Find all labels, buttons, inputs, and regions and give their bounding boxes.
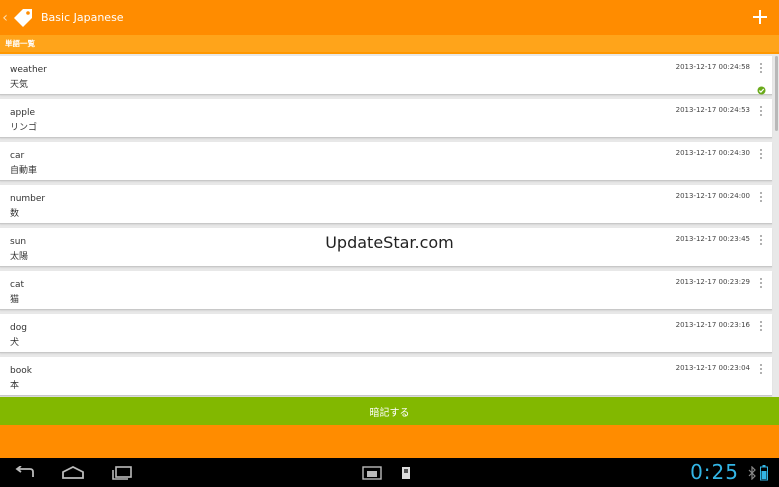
word-japanese: 本 — [10, 381, 20, 391]
list-scrollbar[interactable] — [775, 56, 778, 131]
word-timestamp: 2013-12-17 00:24:53 — [675, 106, 750, 114]
word-list[interactable]: weather 天気 2013-12-17 00:24:58 apple リンゴ… — [0, 56, 779, 397]
section-header-label: 単語一覧 — [5, 39, 35, 48]
plus-icon[interactable] — [749, 6, 771, 28]
list-item[interactable]: weather 天気 2013-12-17 00:24:58 — [0, 56, 772, 95]
watermark: UpdateStar.com — [325, 233, 454, 252]
home-icon[interactable] — [60, 464, 86, 482]
memorize-button-label: 暗記する — [369, 407, 410, 419]
tag-icon[interactable] — [11, 6, 35, 30]
word-english: car — [10, 151, 25, 161]
back-icon[interactable] — [12, 464, 38, 482]
list-item[interactable]: car 自動車 2013-12-17 00:24:30 — [0, 142, 772, 181]
word-english: number — [10, 194, 46, 204]
app-screen: ‹ Basic Japanese 単語一覧 weather 天気 2013-12… — [0, 0, 779, 487]
word-japanese: 犬 — [10, 338, 20, 348]
list-item[interactable]: book 本 2013-12-17 00:23:04 — [0, 357, 772, 396]
recent-apps-icon[interactable] — [110, 464, 134, 482]
word-english: dog — [10, 323, 27, 333]
word-timestamp: 2013-12-17 00:24:00 — [675, 192, 750, 200]
word-japanese: 数 — [10, 209, 20, 219]
chevron-left-icon[interactable]: ‹ — [0, 0, 10, 35]
word-timestamp: 2013-12-17 00:23:04 — [675, 364, 750, 372]
usb-icon — [400, 464, 412, 482]
word-timestamp: 2013-12-17 00:23:16 — [675, 321, 750, 329]
vertical-dots-icon[interactable] — [756, 191, 766, 203]
section-header: 単語一覧 — [0, 35, 779, 54]
word-english: book — [10, 366, 32, 376]
word-english: apple — [10, 108, 35, 118]
word-timestamp: 2013-12-17 00:24:30 — [675, 149, 750, 157]
word-japanese: リンゴ — [10, 123, 38, 133]
screenshot-icon[interactable] — [362, 464, 382, 482]
list-item[interactable]: dog 犬 2013-12-17 00:23:16 — [0, 314, 772, 353]
memorize-button[interactable]: 暗記する — [0, 397, 779, 425]
word-japanese: 天気 — [10, 80, 29, 90]
list-item[interactable]: number 数 2013-12-17 00:24:00 — [0, 185, 772, 224]
clock[interactable]: 0:25 — [690, 460, 739, 484]
list-item[interactable]: cat 猫 2013-12-17 00:23:29 — [0, 271, 772, 310]
vertical-dots-icon[interactable] — [756, 320, 766, 332]
bottom-bar — [0, 425, 779, 458]
system-nav-bar: 0:25 — [0, 458, 779, 487]
battery-icon — [759, 464, 769, 482]
list-item[interactable]: apple リンゴ 2013-12-17 00:24:53 — [0, 99, 772, 138]
word-timestamp: 2013-12-17 00:24:58 — [675, 63, 750, 71]
action-bar: ‹ Basic Japanese — [0, 0, 779, 35]
check-circle-icon — [757, 80, 766, 95]
vertical-dots-icon[interactable] — [756, 105, 766, 117]
word-timestamp: 2013-12-17 00:23:29 — [675, 278, 750, 286]
bluetooth-icon — [748, 464, 756, 482]
vertical-dots-icon[interactable] — [756, 277, 766, 289]
vertical-dots-icon[interactable] — [756, 62, 766, 74]
word-english: weather — [10, 65, 47, 75]
vertical-dots-icon[interactable] — [756, 363, 766, 375]
word-japanese: 猫 — [10, 295, 20, 305]
word-japanese: 自動車 — [10, 166, 38, 176]
app-title: Basic Japanese — [41, 11, 124, 24]
word-english: cat — [10, 280, 24, 290]
vertical-dots-icon[interactable] — [756, 148, 766, 160]
